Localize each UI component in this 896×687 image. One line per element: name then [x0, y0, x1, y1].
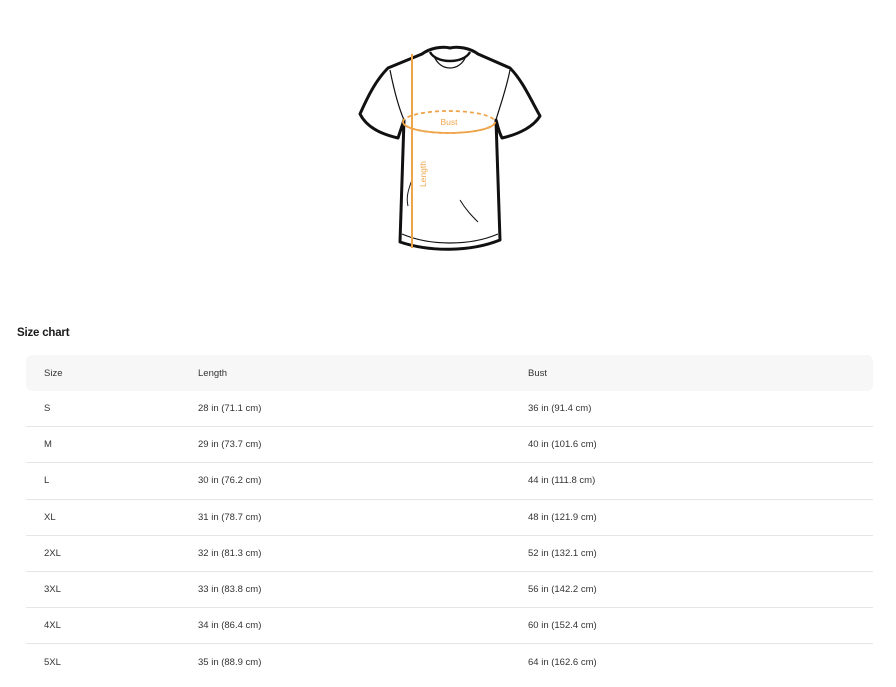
row-length: 33 in (83.8 cm): [198, 584, 262, 596]
table-row: XL 31 in (78.7 cm) 48 in (121.9 cm): [26, 500, 873, 536]
table-row: 4XL 34 in (86.4 cm) 60 in (152.4 cm): [26, 608, 873, 645]
row-length: 32 in (81.3 cm): [198, 547, 262, 559]
table-header: Size Length Bust: [26, 355, 873, 391]
row-bust: 48 in (121.9 cm): [528, 511, 597, 523]
row-size: 4XL: [44, 620, 61, 632]
table-row: S 28 in (71.1 cm) 36 in (91.4 cm): [26, 391, 873, 428]
row-size: 3XL: [44, 584, 61, 596]
row-length: 35 in (88.9 cm): [198, 656, 262, 668]
size-chart-title: Size chart: [17, 327, 70, 339]
row-size: XL: [44, 511, 56, 523]
row-bust: 60 in (152.4 cm): [528, 620, 597, 632]
table-row: L 30 in (76.2 cm) 44 in (111.8 cm): [26, 463, 873, 500]
row-size: S: [44, 403, 51, 415]
row-size: M: [44, 439, 52, 451]
row-length: 28 in (71.1 cm): [198, 403, 262, 415]
row-length: 30 in (76.2 cm): [198, 475, 262, 487]
row-bust: 56 in (142.2 cm): [528, 584, 597, 596]
row-length: 29 in (73.7 cm): [198, 439, 262, 451]
header-size: Size: [44, 367, 63, 379]
tshirt-icon: Bust Length: [358, 45, 542, 251]
table-row: 5XL 35 in (88.9 cm) 64 in (162.6 cm): [26, 644, 873, 680]
row-size: L: [44, 475, 50, 487]
row-bust: 52 in (132.1 cm): [528, 547, 597, 559]
header-bust: Bust: [528, 367, 548, 379]
row-bust: 64 in (162.6 cm): [528, 656, 597, 668]
row-bust: 44 in (111.8 cm): [528, 475, 596, 487]
row-size: 5XL: [44, 656, 61, 668]
length-label: Length: [418, 161, 428, 187]
row-bust: 40 in (101.6 cm): [528, 439, 597, 451]
table-row: 3XL 33 in (83.8 cm) 56 in (142.2 cm): [26, 572, 873, 609]
row-length: 34 in (86.4 cm): [198, 620, 262, 632]
table-row: 2XL 32 in (81.3 cm) 52 in (132.1 cm): [26, 536, 873, 572]
bust-label: Bust: [440, 117, 458, 127]
row-bust: 36 in (91.4 cm): [528, 403, 592, 415]
tshirt-illustration: Bust Length: [350, 40, 550, 260]
size-chart-table: Size Length Bust S 28 in (71.1 cm) 36 in…: [26, 355, 873, 681]
table-row: M 29 in (73.7 cm) 40 in (101.6 cm): [26, 427, 873, 464]
row-length: 31 in (78.7 cm): [198, 511, 262, 523]
row-size: 2XL: [44, 547, 61, 559]
header-length: Length: [198, 367, 228, 379]
